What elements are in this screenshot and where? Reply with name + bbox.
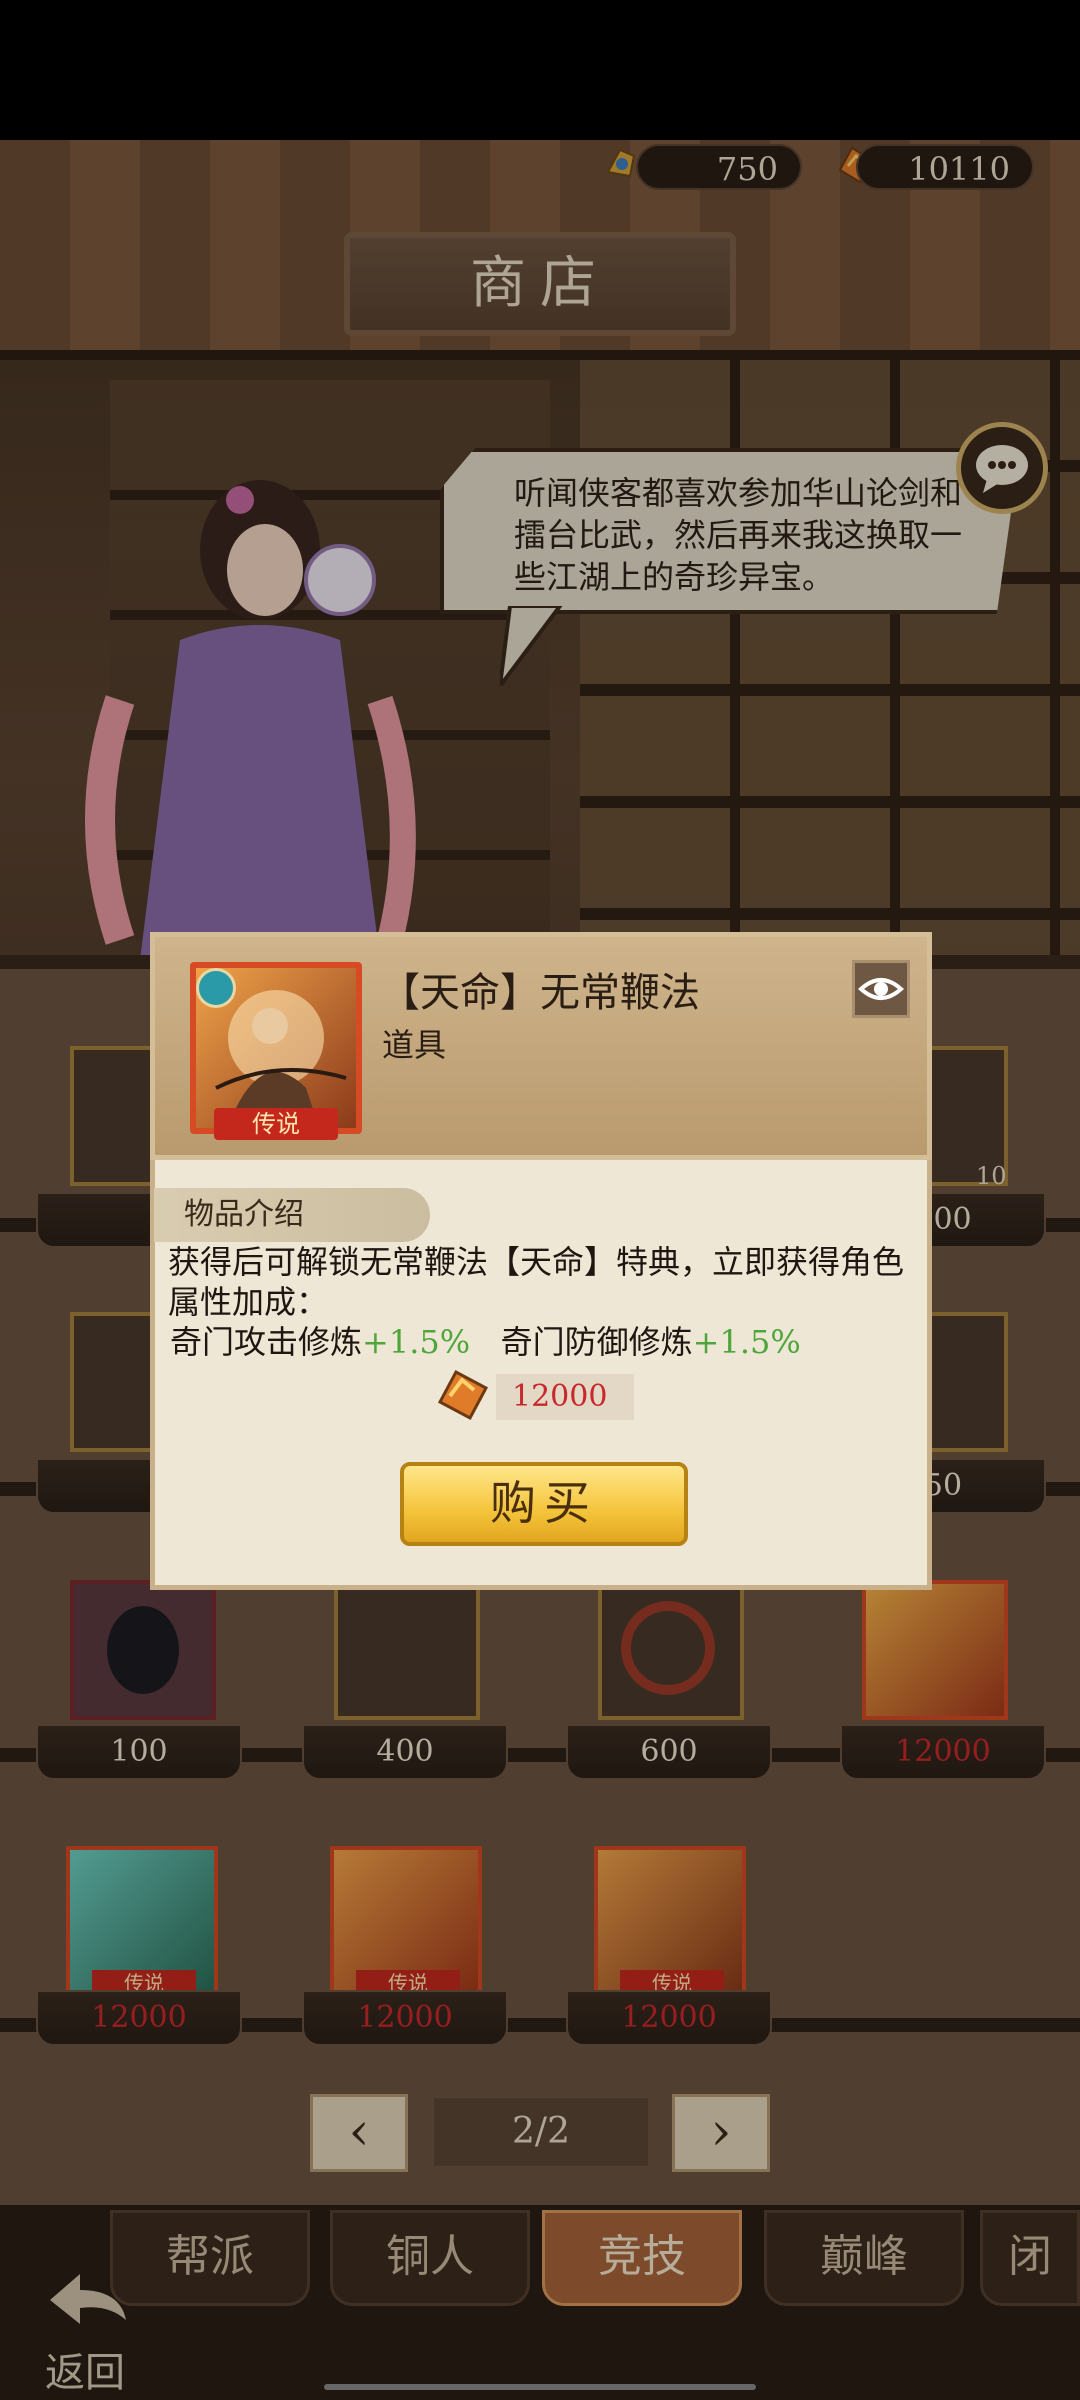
price-tag: 12000 [36,1990,242,2046]
item-intro-label: 物品介绍 [154,1188,430,1242]
shop-item[interactable] [70,1580,216,1720]
shop-item[interactable] [862,1580,1008,1720]
jade-balance: 750 [636,144,802,190]
status-bar [0,0,1080,140]
speech-tail [500,606,563,686]
page-indicator: 2/2 [434,2098,648,2166]
token-balance: 10110 [856,144,1034,190]
tab-bronze[interactable]: 铜人 [330,2210,530,2306]
item-description: 获得后可解锁无常鞭法【天命】特典，立即获得角色属性加成： [168,1243,905,1321]
shopkeeper-speech-bubble: 听闻侠客都喜欢参加华山论剑和擂台比武，然后再来我这换取一些江湖上的奇珍异宝。 [440,448,1020,614]
price-tag: 600 [566,1724,772,1780]
frame-ring-icon [621,1601,715,1695]
chat-bubble-icon [976,445,1028,493]
item-grade-label: 传说 [214,1108,338,1140]
price-tag: 12000 [840,1724,1046,1780]
tab-closed[interactable]: 闭 [980,2210,1080,2306]
shop-item[interactable] [334,1580,480,1720]
item-stats: 奇门攻击修炼+1.5% 奇门防御修炼+1.5% [170,1322,801,1362]
next-page-button[interactable]: › [672,2094,770,2172]
chat-button[interactable] [956,422,1048,514]
back-label: 返回 [45,2350,125,2396]
stat-defense-value: +1.5% [692,1323,801,1361]
price-tag: 12000 [566,1990,772,2046]
preview-button[interactable] [852,960,910,1018]
item-count-badge: 10 [976,1162,1007,1190]
home-indicator[interactable] [324,2384,756,2390]
buy-button[interactable]: 购买 [400,1462,688,1546]
dark-egg-icon [107,1606,179,1694]
tab-arena[interactable]: 竞技 [542,2210,742,2306]
item-price: 12000 [496,1374,634,1420]
item-type: 道具 [382,1026,447,1064]
stat-attack-value: +1.5% [362,1323,471,1361]
price-tag: 12000 [302,1990,508,2046]
item-name: 【天命】无常鞭法 [380,970,700,1016]
token-currency-icon [437,1369,489,1421]
eye-icon [858,978,904,1000]
prev-page-button[interactable]: ‹ [310,2094,408,2172]
tab-peak[interactable]: 巅峰 [764,2210,964,2306]
price-tag: 100 [36,1724,242,1780]
shop-title: 商店 [344,232,736,336]
shop-item[interactable] [598,1580,744,1720]
shopkeeper-character [85,480,416,960]
stat-attack-label: 奇门攻击修炼 [170,1323,363,1361]
back-arrow-icon [50,2274,126,2324]
stat-defense-label: 奇门防御修炼 [500,1323,693,1361]
price-tag: 400 [302,1724,508,1780]
back-button[interactable]: 返回 [20,2260,150,2396]
item-class-badge [196,968,236,1008]
